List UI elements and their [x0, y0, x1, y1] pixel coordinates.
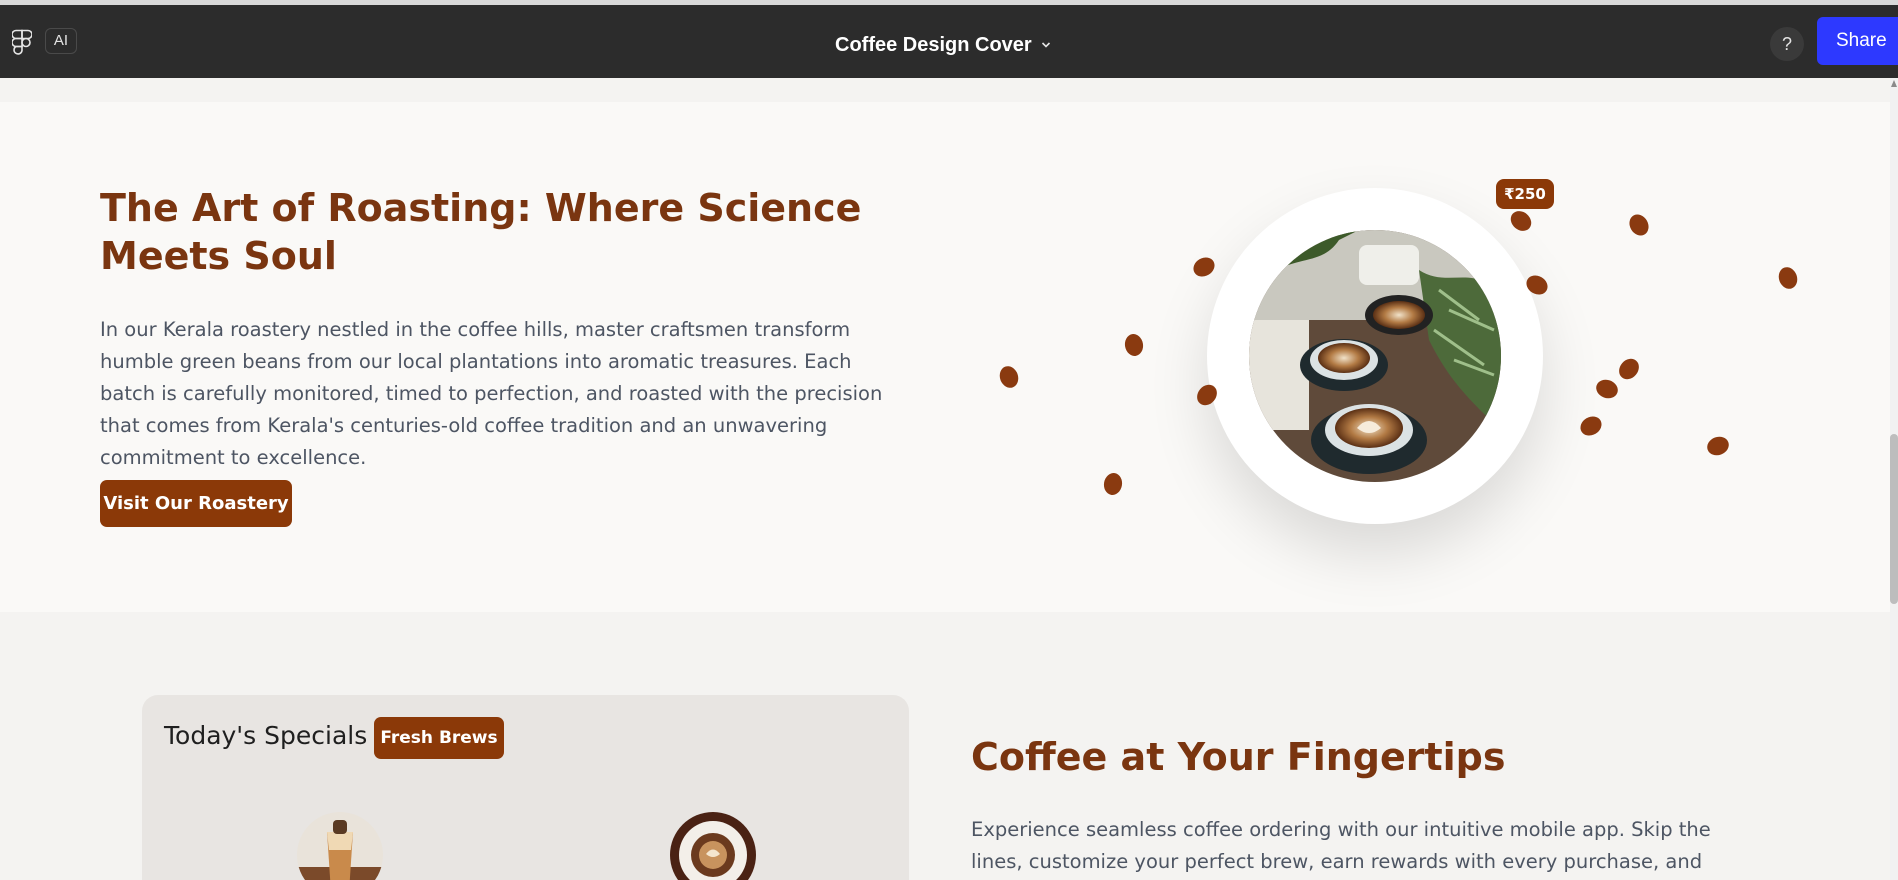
specials-title: Today's Specials — [164, 721, 368, 750]
design-canvas: The Art of Roasting: Where Science Meets… — [0, 78, 1898, 880]
coffee-bean-icon — [1123, 332, 1145, 358]
roasting-title: The Art of Roasting: Where Science Meets… — [100, 186, 862, 278]
coffee-bean-icon — [1775, 264, 1801, 292]
app-section-description: Experience seamless coffee ordering with… — [971, 818, 1711, 873]
coffee-bean-icon — [1615, 354, 1643, 384]
coffee-bean-icon — [1593, 376, 1621, 402]
chevron-down-icon[interactable] — [1040, 40, 1052, 50]
coffee-bean-icon — [1625, 210, 1653, 240]
coffee-bean-icon — [1506, 207, 1536, 235]
coffee-bean-icon — [1704, 433, 1732, 459]
coffee-bean-icon — [996, 363, 1022, 391]
help-button[interactable]: ? — [1770, 27, 1804, 61]
app-section-title: Coffee at Your Fingertips — [971, 735, 1506, 779]
app-toolbar: AI Coffee Design Cover ? Share — [0, 5, 1898, 78]
visit-roastery-button[interactable]: Visit Our Roastery — [100, 480, 292, 527]
scrollbar-thumb[interactable] — [1890, 434, 1898, 604]
fresh-brews-badge[interactable]: Fresh Brews — [374, 717, 504, 759]
coffee-cups-photo — [1249, 230, 1501, 482]
roasting-description: In our Kerala roastery nestled in the co… — [100, 318, 883, 469]
coffee-photo-frame — [1207, 188, 1543, 524]
document-title[interactable]: Coffee Design Cover — [835, 29, 1032, 61]
coffee-bean-icon — [1102, 471, 1124, 497]
share-button[interactable]: Share — [1817, 17, 1898, 65]
figma-logo-icon[interactable] — [12, 29, 32, 57]
todays-specials-card: Today's Specials Fresh Brews — [142, 695, 909, 880]
coffee-bean-icon — [1189, 253, 1219, 281]
ai-button[interactable]: AI — [45, 28, 77, 54]
product-thumbnail[interactable] — [670, 812, 756, 880]
scroll-up-icon[interactable] — [1891, 80, 1897, 87]
coffee-bean-icon — [1576, 412, 1606, 440]
roasting-section: The Art of Roasting: Where Science Meets… — [0, 102, 1892, 612]
price-tag: ₹250 — [1496, 179, 1554, 209]
product-thumbnail[interactable] — [297, 812, 383, 880]
